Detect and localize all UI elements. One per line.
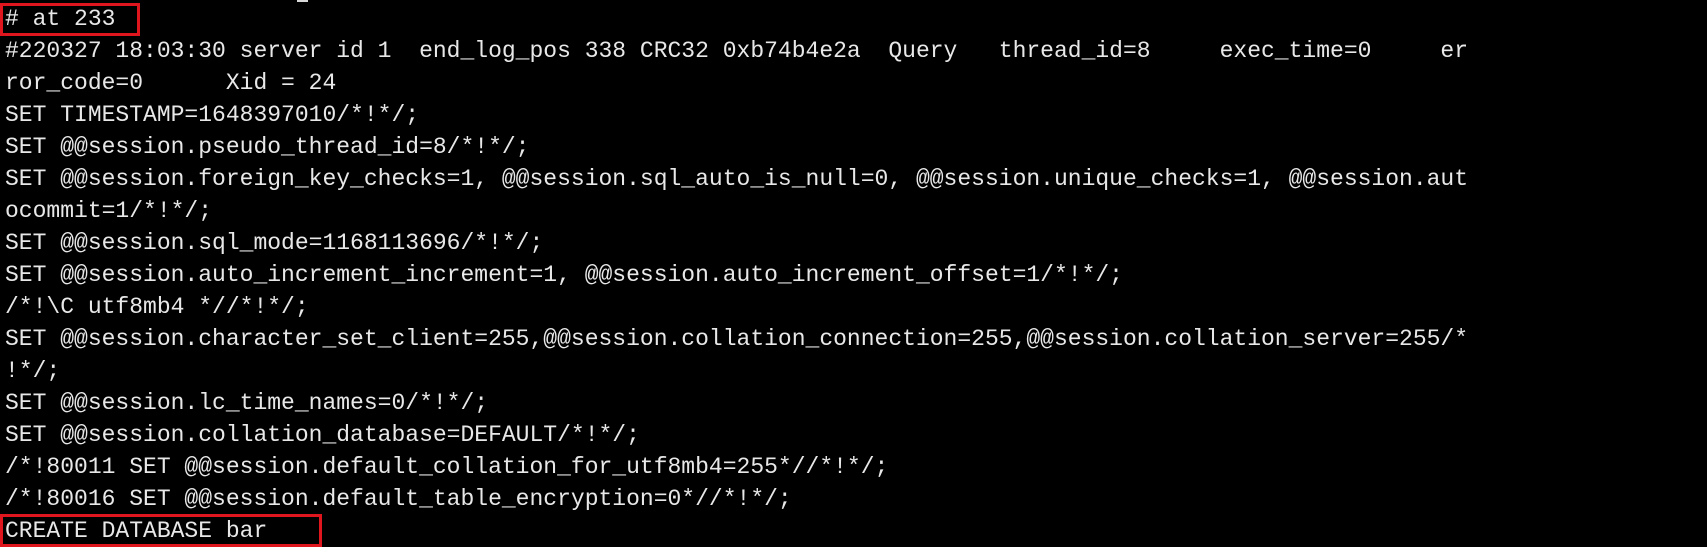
sql-line-wrap: ocommit=1/*!*/;: [5, 198, 213, 224]
highlight-box-create-database: [0, 514, 322, 547]
event-header-line: #220327 18:03:30 server id 1 end_log_pos…: [5, 38, 1469, 64]
sql-line: SET @@session.foreign_key_checks=1, @@se…: [5, 166, 1469, 192]
cursor-fragment: [297, 0, 308, 2]
sql-line: /*!\C utf8mb4 *//*!*/;: [5, 294, 309, 320]
sql-line: /*!80016 SET @@session.default_table_enc…: [5, 486, 792, 512]
event-header-wrap: ror_code=0 Xid = 24: [5, 70, 337, 96]
sql-line: SET @@session.pseudo_thread_id=8/*!*/;: [5, 134, 530, 160]
sql-line: SET @@session.character_set_client=255,@…: [5, 326, 1469, 352]
sql-line: SET @@session.collation_database=DEFAULT…: [5, 422, 640, 448]
highlight-box-position: [0, 3, 140, 36]
sql-line: SET TIMESTAMP=1648397010/*!*/;: [5, 102, 420, 128]
sql-line: SET @@session.lc_time_names=0/*!*/;: [5, 390, 489, 416]
sql-line: /*!80011 SET @@session.default_collation…: [5, 454, 889, 480]
sql-line: SET @@session.sql_mode=1168113696/*!*/;: [5, 230, 544, 256]
terminal-window[interactable]: # at 233 #220327 18:03:30 server id 1 en…: [0, 0, 1707, 547]
sql-line: SET @@session.auto_increment_increment=1…: [5, 262, 1123, 288]
sql-line-wrap: !*/;: [5, 358, 61, 384]
